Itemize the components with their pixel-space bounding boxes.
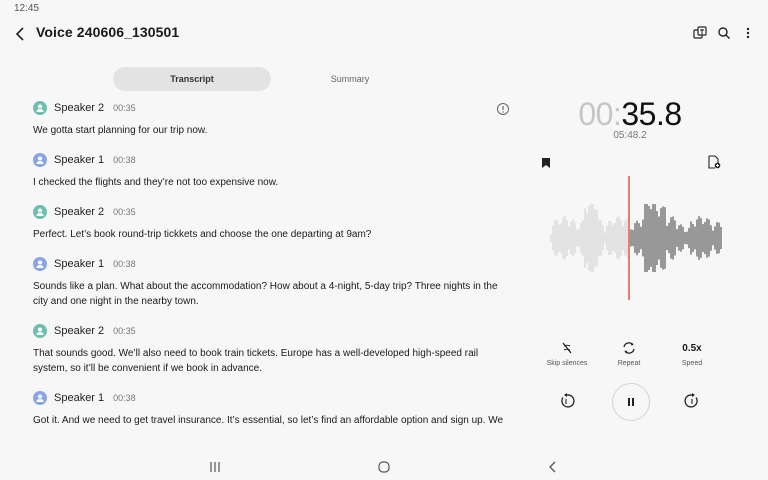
forward-button[interactable] <box>682 383 702 419</box>
transcript-text: Sounds like a plan. What about the accom… <box>33 281 498 307</box>
speaker-name: Speaker 2 <box>54 102 105 114</box>
person-icon <box>36 208 44 216</box>
waveform[interactable] <box>547 176 727 300</box>
home-button[interactable] <box>376 459 392 475</box>
view-tabs: Transcript Summary <box>113 67 429 91</box>
more-vert-icon <box>746 27 750 39</box>
search-button[interactable] <box>716 25 732 41</box>
add-memo-icon <box>708 155 721 169</box>
person-icon <box>36 104 44 112</box>
transcript-entry[interactable]: Speaker 2 00:35 We gotta start planning … <box>33 98 513 138</box>
recent-apps-icon <box>210 462 220 472</box>
rewind-button[interactable] <box>557 383 577 419</box>
transcript-text: Got it. And we need to get travel insura… <box>33 415 504 426</box>
skip-silences-label: Skip silences <box>546 360 588 367</box>
speaker-timestamp[interactable]: 00:35 <box>113 103 136 113</box>
speaker-2-avatar <box>33 205 47 219</box>
transcript-entry[interactable]: Speaker 2 00:35 Perfect. Let’s book roun… <box>33 202 513 242</box>
transcript-entry[interactable]: Speaker 1 00:38 Sounds like a plan. What… <box>33 254 513 309</box>
speaker-name: Speaker 1 <box>54 258 105 270</box>
transcript-entry[interactable]: Speaker 1 00:38 I checked the flights an… <box>33 150 513 190</box>
speaker-name: Speaker 2 <box>54 206 105 218</box>
transcript-text: Perfect. Let’s book round-trip tickkets … <box>33 229 372 240</box>
elapsed-minutes: 00: <box>578 96 622 132</box>
person-icon <box>36 156 44 164</box>
person-icon <box>36 394 44 402</box>
back-arrow-icon <box>15 27 24 41</box>
transcript-entry[interactable]: Speaker 2 00:35 That sounds good. We’ll … <box>33 321 513 376</box>
speed-label: Speed <box>681 360 703 367</box>
speaker-timestamp[interactable]: 00:38 <box>113 155 136 165</box>
repeat-icon <box>623 342 635 354</box>
nav-back-icon <box>549 461 556 473</box>
speaker-timestamp[interactable]: 00:35 <box>113 207 136 217</box>
skip-silences-icon <box>562 342 572 354</box>
home-icon <box>378 461 390 473</box>
pause-button[interactable] <box>612 383 650 421</box>
transcript-text: That sounds good. We’ll also need to boo… <box>33 348 479 374</box>
more-options-button[interactable] <box>740 25 756 41</box>
recent-apps-button[interactable] <box>207 459 223 475</box>
status-time: 12:45 <box>14 3 40 14</box>
speaker-name: Speaker 1 <box>54 154 105 166</box>
transcript-entry[interactable]: Speaker 1 00:38 Got it. And we need to g… <box>33 388 513 428</box>
forward-icon <box>684 393 698 408</box>
person-icon <box>36 327 44 335</box>
bookmark-button[interactable] <box>540 156 552 168</box>
speaker-2-avatar <box>33 324 47 338</box>
total-duration: 05:48.2 <box>613 130 647 141</box>
speed-button[interactable]: 0.5x Speed <box>662 340 722 368</box>
back-button[interactable] <box>12 25 30 43</box>
page-title: Voice 240606_130501 <box>36 24 180 40</box>
playback-panel: 00:35.8 05:48.2 Skip silences Repeat 0.5… <box>527 90 768 430</box>
speaker-timestamp[interactable]: 00:38 <box>113 393 136 403</box>
add-memo-button[interactable] <box>707 155 721 169</box>
rewind-icon <box>561 393 575 408</box>
top-app-bar: Voice 240606_130501 <box>0 22 768 46</box>
elapsed-seconds: 35.8 <box>621 96 682 132</box>
search-icon <box>718 27 730 39</box>
tab-transcript[interactable]: Transcript <box>113 67 271 91</box>
translate-icon <box>693 26 707 39</box>
translate-button[interactable] <box>692 25 708 41</box>
speaker-2-avatar <box>33 101 47 115</box>
speaker-1-avatar <box>33 391 47 405</box>
skip-silences-button[interactable]: Skip silences <box>537 340 597 367</box>
person-icon <box>36 260 44 268</box>
elapsed-time: 00:35.8 <box>527 96 733 133</box>
speaker-1-avatar <box>33 153 47 167</box>
transcript-text: I checked the flights and they’re not to… <box>33 177 279 188</box>
system-nav-bar <box>0 454 768 480</box>
repeat-button[interactable]: Repeat <box>599 340 659 367</box>
bookmark-icon <box>542 158 550 168</box>
speaker-name: Speaker 2 <box>54 325 105 337</box>
transcript-text: We gotta start planning for our trip now… <box>33 125 208 136</box>
speaker-timestamp[interactable]: 00:35 <box>113 326 136 336</box>
pause-icon <box>628 398 634 406</box>
speaker-name: Speaker 1 <box>54 392 105 404</box>
speaker-timestamp[interactable]: 00:38 <box>113 259 136 269</box>
tab-summary[interactable]: Summary <box>271 67 429 91</box>
speed-value: 0.5x <box>682 342 702 354</box>
repeat-label: Repeat <box>617 360 641 367</box>
transcript-list[interactable]: Speaker 2 00:35 We gotta start planning … <box>33 98 513 428</box>
speaker-1-avatar <box>33 257 47 271</box>
nav-back-button[interactable] <box>545 459 561 475</box>
